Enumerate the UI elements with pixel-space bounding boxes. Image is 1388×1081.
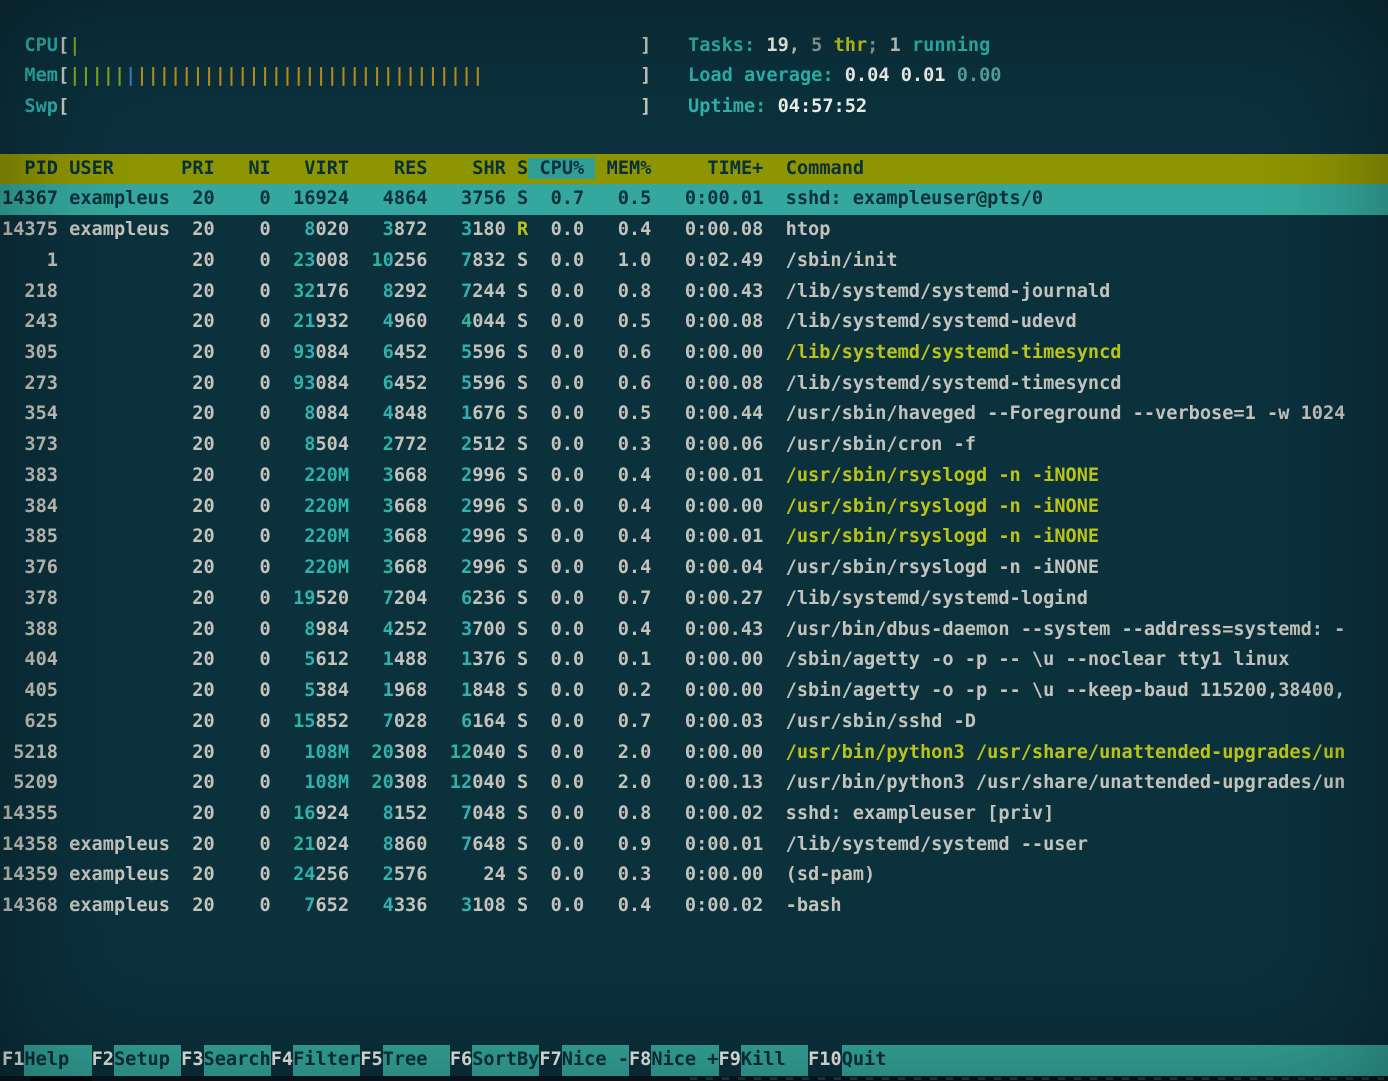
table-row[interactable]: 384 20 0 220M 3668 2996 S 0.0 0.4 0:00.0… xyxy=(0,492,1388,523)
column-header-pid[interactable]: PID xyxy=(2,158,58,179)
table-row[interactable]: 305 20 0 93084 6452 5596 S 0.0 0.6 0:00.… xyxy=(0,338,1388,369)
fn-label-sortby[interactable]: SortBy xyxy=(472,1045,539,1076)
fn-key-f1[interactable]: F1 xyxy=(2,1045,24,1076)
meter-label: Mem xyxy=(24,65,58,86)
htop-terminal: CPU[| ] Mem[||||||||||||||||||||||||||||… xyxy=(0,0,1388,1081)
artifact-dashes xyxy=(690,1077,1384,1080)
table-row[interactable]: 1 20 0 23008 10256 7832 S 0.0 1.0 0:02.4… xyxy=(0,246,1388,277)
uptime-line: Uptime: 04:57:52 xyxy=(686,92,1386,123)
table-row[interactable]: 14359 exampleus 20 0 24256 2576 24 S 0.0… xyxy=(0,860,1388,891)
fn-key-f10[interactable]: F10 xyxy=(808,1045,842,1076)
table-row[interactable]: 14358 exampleus 20 0 21024 8860 7648 S 0… xyxy=(0,830,1388,861)
column-header-time[interactable]: TIME+ xyxy=(663,158,764,179)
table-row[interactable]: 625 20 0 15852 7028 6164 S 0.0 0.7 0:00.… xyxy=(0,707,1388,738)
column-header-cmd[interactable]: Command xyxy=(786,158,864,179)
table-row[interactable]: 404 20 0 5612 1488 1376 S 0.0 0.1 0:00.0… xyxy=(0,645,1388,676)
table-row[interactable]: 378 20 0 19520 7204 6236 S 0.0 0.7 0:00.… xyxy=(0,584,1388,615)
meter-label: CPU xyxy=(24,35,58,56)
fn-key-f8[interactable]: F8 xyxy=(629,1045,651,1076)
bottom-artifact-strip xyxy=(0,1076,1388,1081)
fn-key-f2[interactable]: F2 xyxy=(92,1045,114,1076)
column-header-res[interactable]: RES xyxy=(360,158,427,179)
column-header-mem[interactable]: MEM% xyxy=(607,158,652,179)
function-key-bar: F1Help F2Setup F3SearchF4FilterF5Tree F6… xyxy=(0,1045,1388,1076)
table-header-row: PID USER PRI NI VIRT RES SHR S CPU% MEM%… xyxy=(0,154,1388,185)
table-row[interactable]: 218 20 0 32176 8292 7244 S 0.0 0.8 0:00.… xyxy=(0,277,1388,308)
tasks-line: Tasks: 19, 5 thr; 1 running xyxy=(686,31,1386,62)
table-row[interactable]: 388 20 0 8984 4252 3700 S 0.0 0.4 0:00.4… xyxy=(0,615,1388,646)
column-header-user[interactable]: USER xyxy=(69,158,170,179)
fn-label-tree[interactable]: Tree xyxy=(383,1045,450,1076)
fn-label-help[interactable]: Help xyxy=(24,1045,91,1076)
column-header-shr[interactable]: SHR xyxy=(439,158,506,179)
fn-label-quit[interactable]: Quit xyxy=(842,1045,1388,1076)
column-header-ni[interactable]: NI xyxy=(226,158,271,179)
table-row[interactable]: 354 20 0 8084 4848 1676 S 0.0 0.5 0:00.4… xyxy=(0,399,1388,430)
fn-key-f5[interactable]: F5 xyxy=(360,1045,382,1076)
column-header-pri[interactable]: PRI xyxy=(181,158,215,179)
fn-label-kill[interactable]: Kill xyxy=(741,1045,808,1076)
fn-label-nice-[interactable]: Nice - xyxy=(562,1045,629,1076)
table-row[interactable]: 385 20 0 220M 3668 2996 S 0.0 0.4 0:00.0… xyxy=(0,522,1388,553)
fn-key-f9[interactable]: F9 xyxy=(719,1045,741,1076)
table-row[interactable]: 14367 exampleus 20 0 16924 4864 3756 S 0… xyxy=(0,184,1388,215)
table-row[interactable]: 383 20 0 220M 3668 2996 S 0.0 0.4 0:00.0… xyxy=(0,461,1388,492)
fn-label-filter[interactable]: Filter xyxy=(293,1045,360,1076)
table-row[interactable]: 5209 20 0 108M 20308 12040 S 0.0 2.0 0:0… xyxy=(0,768,1388,799)
column-header-s[interactable]: S xyxy=(517,158,528,179)
fn-label-nice-[interactable]: Nice + xyxy=(651,1045,718,1076)
column-header-virt[interactable]: VIRT xyxy=(282,158,349,179)
table-row[interactable]: 373 20 0 8504 2772 2512 S 0.0 0.3 0:00.0… xyxy=(0,430,1388,461)
table-row[interactable]: 14355 20 0 16924 8152 7048 S 0.0 0.8 0:0… xyxy=(0,799,1388,830)
table-row[interactable]: 5218 20 0 108M 20308 12040 S 0.0 2.0 0:0… xyxy=(0,738,1388,769)
table-row[interactable]: 376 20 0 220M 3668 2996 S 0.0 0.4 0:00.0… xyxy=(0,553,1388,584)
table-row[interactable]: 14375 exampleus 20 0 8020 3872 3180 R 0.… xyxy=(0,215,1388,246)
fn-label-setup[interactable]: Setup xyxy=(114,1045,181,1076)
table-row[interactable]: 405 20 0 5384 1968 1848 S 0.0 0.2 0:00.0… xyxy=(0,676,1388,707)
table-row[interactable]: 273 20 0 93084 6452 5596 S 0.0 0.6 0:00.… xyxy=(0,369,1388,400)
fn-key-f4[interactable]: F4 xyxy=(271,1045,293,1076)
table-row[interactable]: 243 20 0 21932 4960 4044 S 0.0 0.5 0:00.… xyxy=(0,307,1388,338)
fn-label-search[interactable]: Search xyxy=(204,1045,271,1076)
fn-key-f7[interactable]: F7 xyxy=(539,1045,561,1076)
table-row[interactable]: 14368 exampleus 20 0 7652 4336 3108 S 0.… xyxy=(0,891,1388,922)
meter-label: Swp xyxy=(24,96,58,117)
fn-key-f3[interactable]: F3 xyxy=(181,1045,203,1076)
load-average-line: Load average: 0.04 0.01 0.00 xyxy=(686,61,1386,92)
column-header-cpu[interactable]: CPU% xyxy=(528,158,595,179)
artifact-black-box xyxy=(30,1076,92,1081)
fn-key-f6[interactable]: F6 xyxy=(450,1045,472,1076)
